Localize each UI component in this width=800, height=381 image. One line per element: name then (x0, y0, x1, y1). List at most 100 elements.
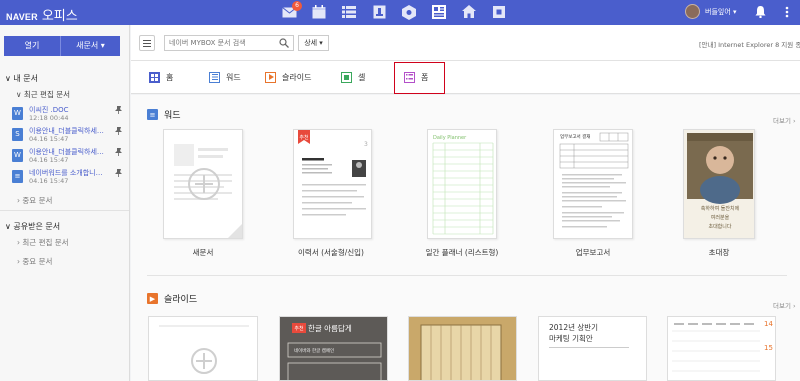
list-icon[interactable] (341, 4, 357, 20)
tab-cell[interactable]: 셀 (341, 67, 365, 87)
top-bar: NAVER 오피스 6 버들잎어 ▾ (0, 0, 800, 25)
recommend-tag: 추천 (294, 325, 304, 332)
pin-icon[interactable] (115, 169, 122, 180)
naver-logo: NAVER (6, 12, 38, 22)
svg-text:3: 3 (364, 141, 368, 148)
notice-link[interactable]: [안내] Internet Explorer 8 지원 종료 안내 (699, 39, 800, 49)
app-tabs: 홈 워드 슬라이드 셀 폼 (131, 61, 800, 94)
word-more-link[interactable]: 더보기 › (773, 115, 796, 125)
template-label: 새문서 (192, 248, 214, 257)
shared-important-folder[interactable]: › 중요 문서 (17, 256, 52, 267)
slide-card-marketing[interactable]: 2012년 상반기 마케팅 기획안 (538, 316, 647, 381)
planner-header: Daily Planner (433, 135, 467, 141)
recent-edit-folder[interactable]: ∨ 최근 편집 문서 (16, 89, 70, 100)
slide-more-link[interactable]: 더보기 › (773, 300, 796, 310)
calendar-icon[interactable] (311, 4, 327, 20)
app-switcher: 6 (281, 1, 521, 20)
hexagon-app-icon[interactable] (401, 4, 417, 20)
square-app-icon[interactable] (491, 4, 507, 20)
template-label: 초대장 (708, 248, 730, 257)
sidebar: 열기 새문서 ▾ ∨ 내 문서 ∨ 최근 편집 문서 W 이씨진 .DOC 12… (0, 25, 130, 381)
home-icon[interactable] (461, 4, 477, 20)
brand-logo[interactable]: NAVER 오피스 (6, 5, 78, 24)
contacts-icon[interactable] (371, 4, 387, 20)
slide-title-line-2: 마케팅 기획안 (549, 333, 593, 343)
slide-title: 한글 아름답게 (308, 323, 352, 333)
invite-line-3: 초대합니다 (708, 223, 731, 230)
search-input[interactable] (165, 36, 273, 50)
hamburger-menu-icon[interactable] (139, 35, 155, 51)
doc-time: 04.16 15:47 (29, 156, 69, 164)
slide-icon: ▶ (147, 293, 158, 304)
slide-card-old-book[interactable] (408, 316, 517, 381)
selected-tab-highlight (394, 62, 445, 94)
template-label: 일간 플래너 (리스트형) (425, 248, 499, 257)
doc-time: 04.16 15:47 (29, 177, 69, 185)
cell-icon (341, 71, 352, 83)
slide-subtitle: 네이버와 한글 캠페인 (294, 347, 334, 354)
sidebar-divider (0, 210, 129, 211)
recent-doc-item[interactable]: S 이용안내_더블클릭하세… 04.16 15:47 (12, 126, 124, 146)
tab-label: 셀 (358, 72, 366, 82)
doc-time: 12:18 00:44 (29, 114, 69, 122)
pin-icon[interactable] (115, 148, 122, 159)
word-section-title: ≡ 워드 (147, 108, 181, 121)
word-icon (209, 71, 220, 83)
calendar-number-15: 15 (764, 344, 773, 352)
avatar (685, 4, 700, 19)
search-box (164, 35, 294, 51)
template-label: 이력서 (서술형/신입) (298, 248, 364, 257)
tab-word[interactable]: 워드 (209, 67, 241, 87)
user-name: 버들잎어 ▾ (705, 7, 737, 16)
word-doc-icon: W (12, 107, 23, 120)
mail-icon[interactable]: 6 (281, 1, 302, 20)
slide-card-new[interactable] (148, 316, 258, 381)
tab-slide[interactable]: 슬라이드 (265, 67, 311, 87)
grid-icon (149, 71, 160, 83)
office-docs-icon[interactable] (431, 4, 447, 20)
recent-doc-item[interactable]: ≡ 네이버워드를 소개합니… 04.16 15:47 (12, 168, 124, 188)
template-card-invitation[interactable]: 축하하여 돌잔치에 여러분을 초대합니다 (683, 129, 755, 239)
shared-docs-header[interactable]: ∨ 공유받은 문서 (5, 221, 60, 232)
section-divider (147, 275, 787, 276)
report-header: 업무보고서 결재 (560, 133, 590, 140)
search-icon[interactable] (279, 38, 289, 51)
pin-icon[interactable] (115, 127, 122, 138)
template-card-new-doc[interactable] (163, 129, 243, 239)
tab-home[interactable]: 홈 (149, 67, 173, 87)
open-button[interactable]: 열기 (4, 36, 61, 56)
template-label: 업무보고서 (575, 248, 611, 257)
user-menu[interactable]: 버들잎어 ▾ (685, 4, 737, 19)
bell-icon[interactable] (755, 5, 766, 21)
office-title: 오피스 (41, 9, 78, 24)
template-gallery: ≡ 워드 더보기 › 새문서 추천 3 이력서 (서술형/신입) Daily P… (131, 95, 800, 381)
doc-time: 04.16 15:47 (29, 135, 69, 143)
tab-label: 슬라이드 (282, 72, 312, 82)
slide-section-title: ▶ 슬라이드 (147, 292, 197, 305)
tab-label: 홈 (166, 72, 174, 82)
slide-card-calendar[interactable]: 14 15 (667, 316, 776, 381)
my-docs-header[interactable]: ∨ 내 문서 (5, 73, 38, 84)
word-icon: ≡ (147, 109, 158, 120)
more-menu-icon[interactable] (782, 6, 792, 21)
template-card-resume[interactable]: 추천 3 (293, 129, 372, 239)
invite-line-1: 축하하여 돌잔치에 (701, 205, 740, 212)
template-card-work-report[interactable]: 업무보고서 결재 (553, 129, 633, 239)
template-card-daily-planner[interactable]: Daily Planner (427, 129, 497, 239)
detail-search-button[interactable]: 상세 ▾ (298, 35, 329, 51)
section-title-text: 슬라이드 (164, 295, 198, 305)
shared-recent-folder[interactable]: › 최근 편집 문서 (17, 237, 69, 248)
slide-card-hangul[interactable]: 추천 한글 아름답게 네이버와 한글 캠페인 (279, 316, 388, 381)
recent-doc-item[interactable]: W 이씨진 .DOC 12:18 00:44 (12, 105, 124, 125)
word-doc-icon: W (12, 149, 23, 162)
important-docs-folder[interactable]: › 중요 문서 (17, 195, 52, 206)
slide-title-line-1: 2012년 상반기 (549, 322, 598, 332)
pin-icon[interactable] (115, 106, 122, 117)
new-document-button[interactable]: 새문서 ▾ (61, 36, 120, 56)
section-title-text: 워드 (164, 111, 181, 121)
invite-line-2: 여러분을 (711, 214, 730, 221)
recent-doc-item[interactable]: W 이용안내_더블클릭하세… 04.16 15:47 (12, 147, 124, 167)
play-icon (265, 71, 276, 83)
tab-label: 워드 (226, 72, 241, 82)
toolbar: 상세 ▾ [안내] Internet Explorer 8 지원 종료 안내 (131, 25, 800, 61)
